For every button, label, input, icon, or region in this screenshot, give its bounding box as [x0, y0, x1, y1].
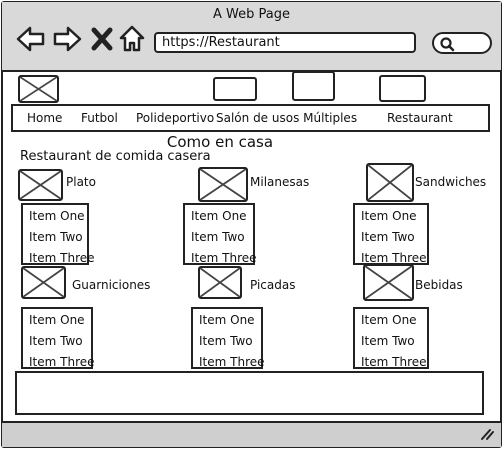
resize-grip-icon[interactable]	[479, 427, 495, 441]
search-field[interactable]	[432, 32, 492, 54]
category-image-placeholder	[198, 167, 248, 202]
list-item[interactable]: Item Three	[361, 251, 427, 265]
menu-item-futbol[interactable]: Futbol	[81, 106, 118, 131]
list-item[interactable]: Item Three	[361, 355, 427, 369]
category-title: Guarniciones	[72, 278, 151, 292]
list-item[interactable]: Item Three	[29, 251, 95, 265]
category-title: Picadas	[250, 278, 296, 292]
list-item[interactable]: Item Two	[29, 230, 83, 244]
category-item-list: Item One Item Two Item Three	[353, 307, 429, 369]
category-image-placeholder	[366, 163, 414, 202]
category-title: Plato	[66, 175, 96, 189]
menu-item-salon[interactable]: Salón de usos Múltiples	[216, 106, 357, 131]
menu-item-polideportivo[interactable]: Polideportivo	[136, 106, 214, 131]
address-bar[interactable]: https://Restaurant	[154, 32, 416, 53]
category-image-placeholder	[363, 264, 414, 301]
window-title: A Web Page	[213, 7, 290, 22]
browser-toolbar: A Web Page https://Restaurant	[2, 2, 501, 72]
category-image-placeholder	[198, 266, 242, 299]
list-item[interactable]: Item Two	[361, 230, 415, 244]
category-item-list: Item One Item Two Item Three	[21, 307, 95, 369]
category-item-list: Item One Item Two Item Three	[353, 203, 429, 265]
menu-item-home[interactable]: Home	[27, 106, 62, 131]
search-icon	[440, 37, 455, 52]
category-title: Milanesas	[250, 175, 310, 189]
menu-bar: Home Futbol Polideportivo Salón de usos …	[11, 104, 490, 132]
list-item[interactable]: Item Two	[361, 334, 415, 348]
category-title: Bebidas	[415, 278, 463, 292]
list-item[interactable]: Item One	[199, 313, 255, 327]
category-item-list: Item One Item Two Item Three	[191, 307, 265, 369]
page-subtitle: Restaurant de comida casera	[20, 149, 211, 164]
header-box	[379, 75, 426, 102]
list-item[interactable]: Item Two	[191, 230, 245, 244]
list-item[interactable]: Item One	[29, 209, 85, 223]
list-item[interactable]: Item Two	[29, 334, 83, 348]
header-box	[213, 77, 257, 101]
category-image-placeholder	[21, 266, 66, 299]
category-image-placeholder	[18, 169, 63, 201]
footer-box	[15, 371, 484, 415]
list-item[interactable]: Item One	[361, 313, 417, 327]
list-item[interactable]: Item Two	[199, 334, 253, 348]
header-box	[292, 71, 335, 101]
category-item-list: Item One Item Two Item Three	[21, 203, 95, 265]
list-item[interactable]: Item One	[29, 313, 85, 327]
category-title: Sandwiches	[415, 175, 487, 189]
logo-image-placeholder	[18, 75, 59, 103]
status-bar	[2, 421, 501, 447]
list-item[interactable]: Item One	[191, 209, 247, 223]
home-icon[interactable]	[118, 24, 146, 54]
category-item-list: Item One Item Two Item Three	[183, 203, 257, 265]
list-item[interactable]: Item Three	[199, 355, 265, 369]
menu-item-restaurant[interactable]: Restaurant	[387, 106, 453, 131]
back-arrow-icon[interactable]	[16, 24, 46, 54]
close-icon[interactable]	[90, 24, 114, 54]
list-item[interactable]: Item Three	[29, 355, 95, 369]
list-item[interactable]: Item Three	[191, 251, 257, 265]
forward-arrow-icon[interactable]	[52, 24, 82, 54]
list-item[interactable]: Item One	[361, 209, 417, 223]
